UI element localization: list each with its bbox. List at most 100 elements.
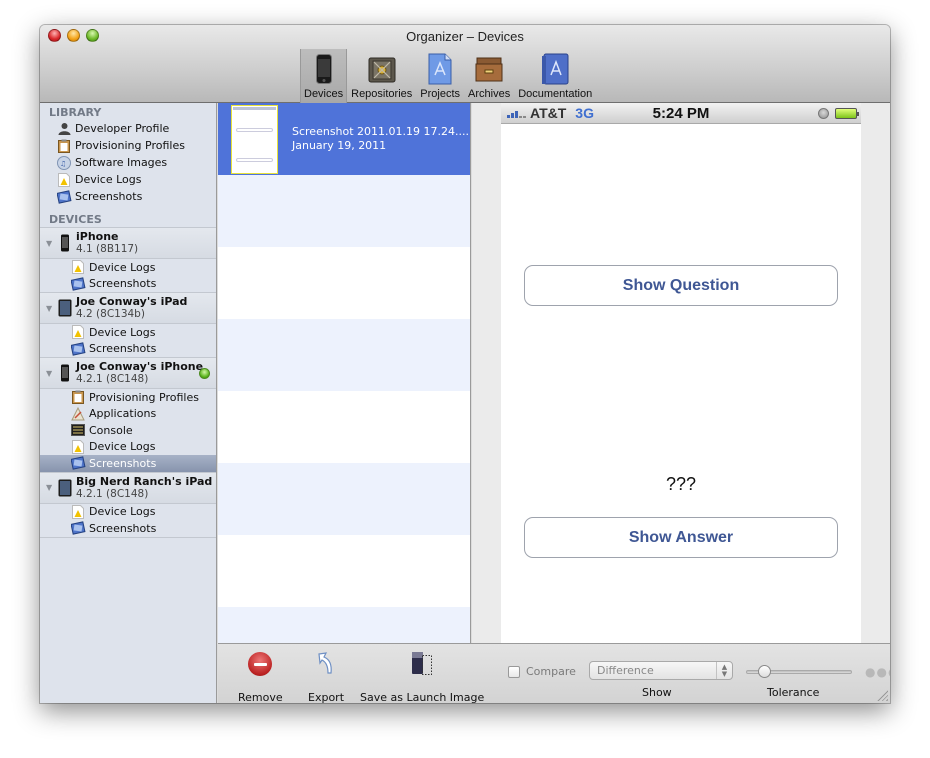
sidebar-item-developer-profile[interactable]: Developer Profile [40, 120, 216, 137]
device-big-nerd-ranchs-ipad[interactable]: ▼ Big Nerd Ranch's iPad 4.2.1 (8C148) [40, 471, 216, 504]
tab-projects[interactable]: Projects [416, 49, 464, 103]
screenshot-preview: AT&T 3G 5:24 PM Show Question ??? Show A… [501, 103, 861, 643]
screenshot-title: Screenshot 2011.01.19 17.24.... [292, 125, 470, 138]
sidebar-item-provisioning-profiles[interactable]: Provisioning Profiles [40, 389, 216, 406]
sidebar-item-device-logs[interactable]: Device Logs [40, 324, 216, 341]
warning-log-icon [70, 504, 86, 519]
warning-log-icon [70, 439, 86, 454]
sidebar-item-label: Screenshots [89, 521, 157, 535]
applications-icon [70, 406, 86, 421]
tolerance-slider-knob[interactable] [758, 665, 772, 678]
sidebar-item-console[interactable]: Console [40, 422, 216, 439]
bottom-toolbar: Remove Export Save as Launch Image Compa… [218, 643, 890, 703]
sidebar-item-screenshots[interactable]: Screenshots [40, 341, 216, 358]
device-version: 4.2 (8C134b) [76, 308, 145, 320]
sidebar-item-label: Applications [89, 407, 157, 421]
tab-documentation-label: Documentation [518, 88, 593, 100]
warning-log-icon [70, 260, 86, 275]
screenshots-icon [70, 456, 86, 470]
screenshot-list: Screenshot 2011.01.19 17.24.... January … [218, 103, 471, 643]
show-mode-value: Difference [597, 664, 654, 677]
select-arrows-icon: ▲ ▼ [716, 662, 732, 679]
disclosure-triangle-icon[interactable]: ▼ [46, 304, 56, 313]
empty-list-row [218, 319, 470, 391]
sidebar-item-label: Screenshots [89, 277, 157, 291]
battery-charging-icon [835, 107, 859, 119]
screenshots-icon [56, 189, 72, 204]
device-joe-conways-iphone[interactable]: ▼ Joe Conway's iPhone 4.2.1 (8C148) [40, 357, 216, 389]
status-time: 5:24 PM [652, 104, 710, 122]
sidebar-item-label: Device Logs [75, 173, 142, 186]
disclosure-triangle-icon[interactable]: ▼ [46, 369, 56, 378]
sidebar-item-label: Developer Profile [75, 122, 170, 135]
ipad-device-icon [58, 299, 72, 317]
tab-repositories[interactable]: Repositories [347, 49, 416, 103]
toolbar: Devices Repositories Projects Archives D… [300, 49, 596, 103]
compare-toggle[interactable]: Compare [508, 665, 576, 678]
sidebar-item-device-logs[interactable]: Device Logs [40, 171, 216, 188]
title-bar: Organizer – Devices Devices Repositories… [40, 25, 890, 103]
empty-list-row [218, 607, 470, 643]
warning-log-icon [56, 172, 72, 187]
clipboard-icon [56, 139, 72, 153]
answer-label: ??? [665, 474, 697, 494]
screenshot-date: January 19, 2011 [292, 139, 387, 152]
library-header: LIBRARY [49, 106, 102, 119]
disclosure-triangle-icon[interactable]: ▼ [46, 483, 56, 492]
device-name: Big Nerd Ranch's iPad [76, 474, 213, 488]
device-version: 4.1 (8B117) [76, 243, 139, 255]
remove-button[interactable]: Remove [238, 648, 283, 703]
tolerance-slider[interactable] [746, 665, 852, 678]
devices-header: DEVICES [49, 213, 102, 226]
rotation-lock-icon [818, 107, 829, 119]
sidebar-item-device-logs[interactable]: Device Logs [40, 439, 216, 456]
sidebar-item-software-images[interactable]: ♫ Software Images [40, 154, 216, 171]
save-as-launch-image-button[interactable]: Save as Launch Image [360, 648, 484, 703]
export-label: Export [308, 691, 345, 703]
resize-grip[interactable] [877, 690, 888, 701]
remove-icon [248, 652, 273, 676]
tolerance-label: Tolerance [767, 686, 820, 699]
show-mode-select[interactable]: Difference ▲ ▼ [589, 661, 733, 680]
sidebar-item-applications[interactable]: Applications [40, 406, 216, 423]
export-arrow-icon [315, 648, 337, 680]
sidebar-item-label: Screenshots [75, 190, 143, 203]
sidebar-item-screenshots[interactable]: Screenshots [40, 520, 216, 537]
disclosure-triangle-icon[interactable]: ▼ [46, 239, 56, 248]
device-version: 4.2.1 (8C148) [76, 373, 149, 385]
compare-checkbox[interactable] [508, 665, 520, 678]
sidebar-item-provisioning-profiles[interactable]: Provisioning Profiles [40, 137, 216, 154]
sidebar-item-screenshots-selected[interactable]: Screenshots [40, 455, 216, 472]
screenshots-icon [70, 277, 86, 291]
remove-label: Remove [238, 691, 283, 703]
sidebar: LIBRARY Developer Profile Provisioning P… [40, 103, 217, 703]
vault-icon [366, 53, 398, 85]
person-icon [56, 122, 72, 136]
show-answer-button: Show Answer [524, 517, 838, 558]
documentation-book-icon [539, 53, 571, 85]
export-button[interactable]: Export [308, 648, 344, 703]
tab-devices[interactable]: Devices [300, 49, 348, 103]
sidebar-item-screenshots[interactable]: Screenshots [40, 276, 216, 293]
sidebar-item-label: Software Images [75, 156, 168, 169]
tab-archives[interactable]: Archives [464, 49, 514, 103]
sidebar-item-label: Screenshots [89, 456, 157, 470]
tab-archives-label: Archives [468, 88, 511, 100]
sidebar-item-device-logs[interactable]: Device Logs [40, 259, 216, 276]
sidebar-item-device-logs[interactable]: Device Logs [40, 504, 216, 521]
software-image-icon: ♫ [56, 155, 72, 170]
connected-status-icon [199, 368, 210, 379]
tab-documentation[interactable]: Documentation [514, 49, 596, 103]
sidebar-item-screenshots[interactable]: Screenshots [40, 188, 216, 205]
sidebar-item-label: Screenshots [89, 342, 157, 356]
sidebar-item-label: Device Logs [89, 505, 156, 519]
sidebar-item-label: Device Logs [89, 325, 156, 339]
screenshot-list-item[interactable]: Screenshot 2011.01.19 17.24.... January … [218, 103, 470, 175]
warning-log-icon [70, 325, 86, 340]
svg-text:♫: ♫ [60, 160, 66, 168]
device-iphone[interactable]: ▼ iPhone 4.1 (8B117) [40, 227, 216, 259]
device-joe-conways-ipad[interactable]: ▼ Joe Conway's iPad 4.2 (8C134b) [40, 292, 216, 324]
sidebar-item-label: Provisioning Profiles [75, 139, 185, 152]
tab-repositories-label: Repositories [351, 88, 413, 100]
progress-dots-icon: ●●● [865, 665, 890, 679]
